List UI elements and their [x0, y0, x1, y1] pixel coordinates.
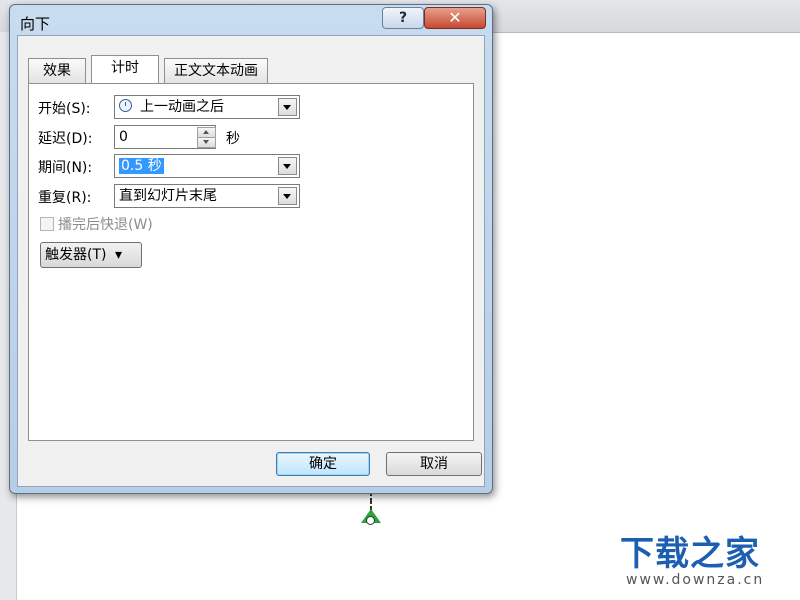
rewind-checkbox[interactable]: [40, 217, 54, 231]
start-value: 上一动画之后: [140, 99, 224, 115]
motion-path-handle[interactable]: [366, 516, 375, 525]
duration-label: 期间(N):: [38, 160, 93, 176]
delay-decrement-button[interactable]: [197, 137, 216, 148]
watermark-url: www.downza.cn: [626, 572, 765, 588]
close-button[interactable]: ✕: [424, 7, 486, 29]
delay-label: 延迟(D):: [38, 131, 93, 147]
repeat-value: 直到幻灯片末尾: [119, 188, 217, 204]
clock-icon: [119, 99, 132, 112]
chevron-down-icon[interactable]: [278, 157, 297, 175]
repeat-select[interactable]: 直到幻灯片末尾: [114, 184, 300, 208]
delay-stepper[interactable]: 0: [114, 125, 216, 149]
help-button[interactable]: ?: [382, 7, 424, 29]
start-select[interactable]: 上一动画之后: [114, 95, 300, 119]
start-label: 开始(S):: [38, 101, 91, 117]
duration-value[interactable]: 0.5 秒: [119, 158, 164, 174]
chevron-down-icon[interactable]: [278, 187, 297, 205]
timing-panel: 开始(S): 上一动画之后 延迟(D): 0 秒 期间(N): 0.5 秒 重复…: [28, 83, 474, 441]
watermark-logo: 下载之家: [620, 534, 760, 574]
double-chevron-down-icon: ▾: [114, 247, 122, 263]
chevron-down-icon[interactable]: [278, 98, 297, 116]
delay-unit: 秒: [226, 131, 240, 147]
triggers-label: 触发器(T): [45, 247, 107, 263]
cancel-button[interactable]: 取消: [386, 452, 482, 476]
tab-effect[interactable]: 效果: [28, 58, 86, 83]
dialog-title: 向下: [20, 15, 51, 33]
delay-value[interactable]: 0: [119, 127, 128, 147]
triggers-button[interactable]: 触发器(T) ▾: [40, 242, 142, 268]
duration-select[interactable]: 0.5 秒: [114, 154, 300, 178]
tab-timing[interactable]: 计时: [91, 55, 159, 83]
ok-button[interactable]: 确定: [276, 452, 370, 476]
animation-options-dialog: 向下 ? ✕ 效果 计时 正文文本动画 开始(S): 上一动画之后 延迟(D):…: [9, 4, 493, 494]
rewind-label: 播完后快退(W): [58, 217, 153, 233]
repeat-label: 重复(R):: [38, 190, 92, 206]
tab-body-text-animation[interactable]: 正文文本动画: [164, 58, 268, 83]
dialog-body: 效果 计时 正文文本动画 开始(S): 上一动画之后 延迟(D): 0 秒 期间…: [17, 35, 485, 487]
